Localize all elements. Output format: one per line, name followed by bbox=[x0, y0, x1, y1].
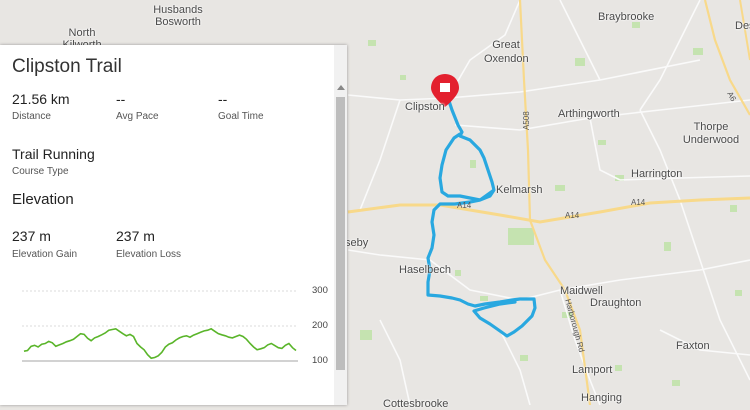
place-label: Haselbech bbox=[399, 264, 451, 276]
elevation-loss-label: Elevation Loss bbox=[116, 249, 182, 260]
place-label: Harrington bbox=[631, 168, 683, 180]
avg-pace-label: Avg Pace bbox=[116, 111, 159, 122]
road-label: A14 bbox=[457, 201, 472, 210]
course-type-value: Trail Running bbox=[12, 146, 95, 162]
place-label: Draughton bbox=[590, 297, 642, 309]
road-label: A14 bbox=[631, 198, 646, 207]
place-label: Des bbox=[735, 20, 750, 32]
place-label: Clipston bbox=[405, 101, 445, 113]
place-label: Braybrooke bbox=[598, 11, 655, 23]
place-label: Faxton bbox=[676, 340, 710, 352]
place-label: Arthingworth bbox=[558, 108, 620, 120]
place-label: Husbands Bosworth bbox=[153, 4, 203, 28]
elevation-series-line bbox=[23, 327, 297, 360]
scroll-up-icon[interactable] bbox=[337, 85, 345, 90]
elevation-gain-label: Elevation Gain bbox=[12, 249, 78, 260]
panel-scrollbar[interactable] bbox=[334, 45, 347, 405]
road-label: A14 bbox=[565, 211, 580, 220]
place-label: Lamport bbox=[572, 364, 613, 376]
place-label: Great Oxendon bbox=[484, 39, 529, 65]
place-label: Hanging bbox=[581, 392, 622, 404]
y-tick-label: 200 bbox=[312, 320, 328, 331]
goal-time-label: Goal Time bbox=[218, 111, 264, 122]
y-tick-label: 300 bbox=[312, 285, 328, 296]
place-label: Cottesbrooke bbox=[383, 398, 449, 410]
distance-label: Distance bbox=[12, 111, 51, 122]
y-tick-label: 100 bbox=[312, 355, 328, 366]
elevation-gain-value: 237 m bbox=[12, 228, 51, 244]
scroll-thumb[interactable] bbox=[336, 97, 345, 370]
goal-time-value: -- bbox=[218, 91, 228, 107]
elevation-loss-value: 237 m bbox=[116, 228, 155, 244]
course-type-label: Course Type bbox=[12, 166, 69, 177]
avg-pace-value: -- bbox=[116, 91, 126, 107]
route-details-panel: Clipston Trail 21.56 km Distance -- Avg … bbox=[0, 45, 347, 405]
place-label: Thorpe Underwood bbox=[682, 121, 740, 146]
elevation-heading: Elevation bbox=[12, 191, 74, 208]
place-label: Maidwell bbox=[560, 285, 603, 297]
road-label: A508 bbox=[522, 111, 531, 130]
distance-value: 21.56 km bbox=[12, 91, 70, 107]
elevation-chart bbox=[22, 290, 298, 362]
place-label: Kelmarsh bbox=[496, 184, 543, 196]
route-title: Clipston Trail bbox=[12, 56, 122, 77]
